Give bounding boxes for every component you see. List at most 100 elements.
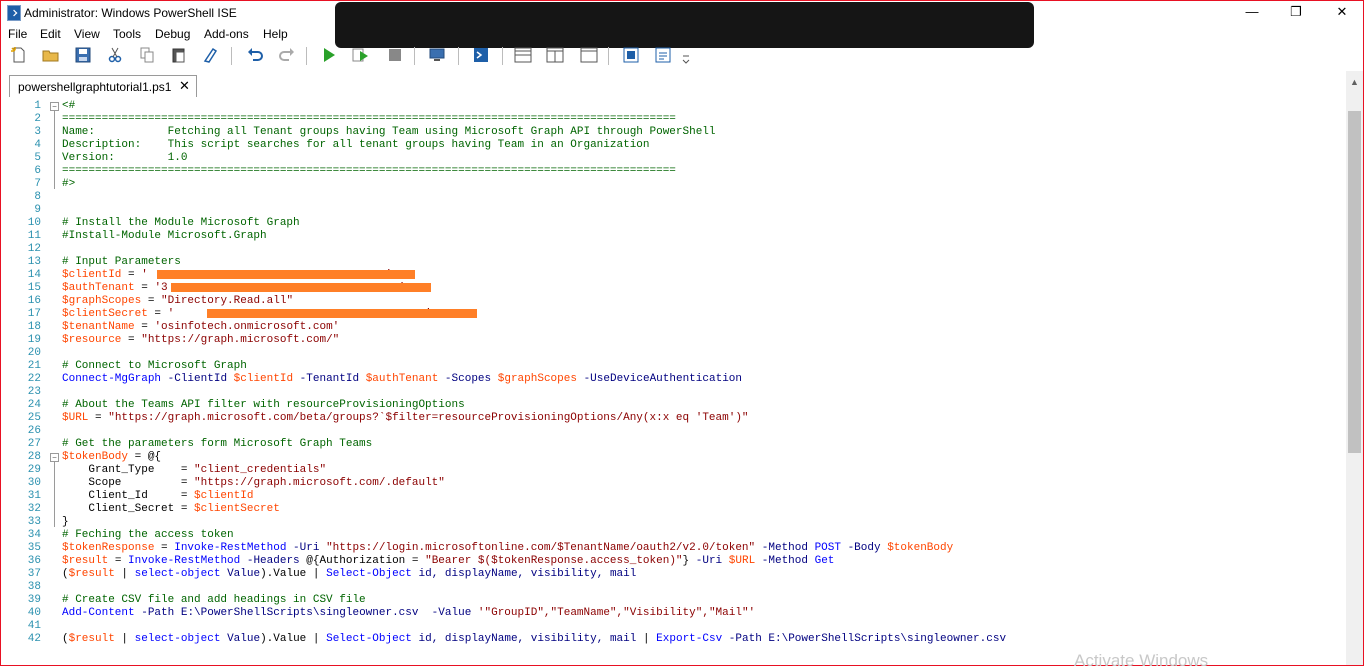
code-token: -Value <box>418 607 478 619</box>
run-selection-icon[interactable] <box>352 46 370 64</box>
code-line[interactable]: 29 Grant_Type = "client_credentials" <box>1 464 1346 477</box>
code-line[interactable]: 39 # Create CSV file and add headings in … <box>1 594 1346 607</box>
code-token: -Headers <box>240 555 307 567</box>
code-line[interactable]: 3 Name: Fetching all Tenant groups having… <box>1 126 1346 139</box>
code-text: $tenantName = 'osinfotech.onmicrosoft.co… <box>62 321 339 334</box>
code-line[interactable]: 6 =======================================… <box>1 165 1346 178</box>
remote-icon[interactable] <box>428 46 446 64</box>
code-line[interactable]: 10 # Install the Module Microsoft Graph <box>1 217 1346 230</box>
code-token: Select-Object <box>326 568 412 580</box>
redo-icon[interactable] <box>278 46 296 64</box>
open-icon[interactable] <box>42 46 60 64</box>
line-number: 36 <box>27 555 41 567</box>
undo-icon[interactable] <box>246 46 264 64</box>
code-line[interactable]: 2 =======================================… <box>1 113 1346 126</box>
line-number: 14 <box>27 269 41 281</box>
run-icon[interactable] <box>320 46 338 64</box>
code-line[interactable]: 13 # Input Parameters <box>1 256 1346 269</box>
fold-toggle-icon[interactable]: − <box>50 102 59 111</box>
clear-icon[interactable] <box>202 46 220 64</box>
commands-icon[interactable] <box>654 46 672 64</box>
code-line[interactable]: 42 ($result | select-object Value).Value … <box>1 633 1346 646</box>
code-line[interactable]: 21 # Connect to Microsoft Graph <box>1 360 1346 373</box>
code-token: ).Value | <box>260 633 327 645</box>
script-tab[interactable]: powershellgraphtutorial1.ps1 ✕ <box>9 75 197 98</box>
code-line[interactable]: 40 Add-Content -Path E:\PowerShellScripts… <box>1 607 1346 620</box>
code-line[interactable]: 31 Client_Id = $clientId <box>1 490 1346 503</box>
copy-icon[interactable] <box>138 46 156 64</box>
code-line[interactable]: 7 #> <box>1 178 1346 191</box>
close-button[interactable]: ✕ <box>1327 3 1357 21</box>
line-number: 23 <box>27 386 41 398</box>
code-line[interactable]: 16 $graphScopes = "Directory.Read.all" <box>1 295 1346 308</box>
code-line[interactable]: 22 Connect-MgGraph -ClientId $clientId -T… <box>1 373 1346 386</box>
code-line[interactable]: 35 $tokenResponse = Invoke-RestMethod -Ur… <box>1 542 1346 555</box>
vertical-scrollbar[interactable]: ▲ <box>1346 71 1363 665</box>
layout-right-icon[interactable] <box>546 46 564 64</box>
code-line[interactable]: 19 $resource = "https://graph.microsoft.c… <box>1 334 1346 347</box>
code-line[interactable]: 38 <box>1 581 1346 594</box>
code-line[interactable]: 8 <box>1 191 1346 204</box>
close-tab-icon[interactable]: ✕ <box>179 78 190 94</box>
menu-help[interactable]: Help <box>263 27 288 41</box>
line-number: 38 <box>27 581 41 593</box>
menu-edit[interactable]: Edit <box>40 27 61 41</box>
code-line[interactable]: 15$authTenant = '3 ' <box>1 282 1346 295</box>
code-line[interactable]: 41 <box>1 620 1346 633</box>
overflow-icon[interactable] <box>681 53 691 65</box>
restore-button[interactable]: ❐ <box>1281 3 1311 21</box>
code-line[interactable]: 1− <# <box>1 100 1346 113</box>
code-line[interactable]: 24 # About the Teams API filter with reso… <box>1 399 1346 412</box>
script-editor[interactable]: 1− <# 2 ===================================… <box>1 97 1346 665</box>
save-icon[interactable] <box>74 46 92 64</box>
code-line[interactable]: 9 <box>1 204 1346 217</box>
code-line[interactable]: 33} <box>1 516 1346 529</box>
code-line[interactable]: 34 # Feching the access token <box>1 529 1346 542</box>
code-line[interactable]: 26 <box>1 425 1346 438</box>
layout-max-icon[interactable] <box>580 46 598 64</box>
code-text: Connect-MgGraph -ClientId $clientId -Ten… <box>62 373 742 386</box>
code-token: -TenantId <box>293 373 366 385</box>
code-token: id, displayName, visibility, mail <box>411 568 637 580</box>
layout-top-icon[interactable] <box>514 46 532 64</box>
line-number: 12 <box>27 243 41 255</box>
menu-view[interactable]: View <box>74 27 100 41</box>
code-line[interactable]: 18 $tenantName = 'osinfotech.onmicrosoft.… <box>1 321 1346 334</box>
new-file-icon[interactable] <box>10 46 28 64</box>
menu-file[interactable]: File <box>8 27 27 41</box>
code-token: $graphScopes <box>497 373 577 385</box>
minimize-button[interactable]: — <box>1237 3 1267 21</box>
code-token: # Input Parameters <box>62 256 181 268</box>
fold-toggle-icon[interactable]: − <box>50 453 59 462</box>
scrollbar-thumb[interactable] <box>1348 111 1361 453</box>
code-line[interactable]: 20 <box>1 347 1346 360</box>
code-token: "https://graph.microsoft.com/.default" <box>194 477 445 489</box>
code-line[interactable]: 32 Client_Secret = $clientSecret <box>1 503 1346 516</box>
line-number: 37 <box>27 568 41 580</box>
menu-tools[interactable]: Tools <box>113 27 141 41</box>
code-line[interactable]: 23 <box>1 386 1346 399</box>
code-line[interactable]: 36 $result = Invoke-RestMethod -Headers @… <box>1 555 1346 568</box>
menu-debug[interactable]: Debug <box>155 27 190 41</box>
code-token: Add-Content <box>62 607 135 619</box>
show-script-icon[interactable] <box>622 46 640 64</box>
code-token: -Method <box>755 542 815 554</box>
scroll-up-icon[interactable]: ▲ <box>1350 77 1359 87</box>
code-line[interactable]: 4 Description: This script searches for a… <box>1 139 1346 152</box>
code-line[interactable]: 30 Scope = "https://graph.microsoft.com/… <box>1 477 1346 490</box>
code-line[interactable]: 27 # Get the parameters form Microsoft Gr… <box>1 438 1346 451</box>
code-line[interactable]: 25 $URL = "https://graph.microsoft.com/be… <box>1 412 1346 425</box>
code-line[interactable]: 14$clientId = ' ' <box>1 269 1346 282</box>
stop-icon[interactable] <box>386 46 404 64</box>
console-icon[interactable] <box>472 46 490 64</box>
code-line[interactable]: 37 ($result | select-object Value).Value … <box>1 568 1346 581</box>
code-line[interactable]: 17$clientSecret = ' ' <box>1 308 1346 321</box>
code-line[interactable]: 11 #Install-Module Microsoft.Graph <box>1 230 1346 243</box>
code-line[interactable]: 28− $tokenBody = @{ <box>1 451 1346 464</box>
menu-addons[interactable]: Add-ons <box>204 27 249 41</box>
code-line[interactable]: 5 Version: 1.0 <box>1 152 1346 165</box>
cut-icon[interactable] <box>106 46 124 64</box>
paste-icon[interactable] <box>170 46 188 64</box>
code-line[interactable]: 12 <box>1 243 1346 256</box>
script-tab-bar: powershellgraphtutorial1.ps1 ✕ <box>1 71 1363 98</box>
